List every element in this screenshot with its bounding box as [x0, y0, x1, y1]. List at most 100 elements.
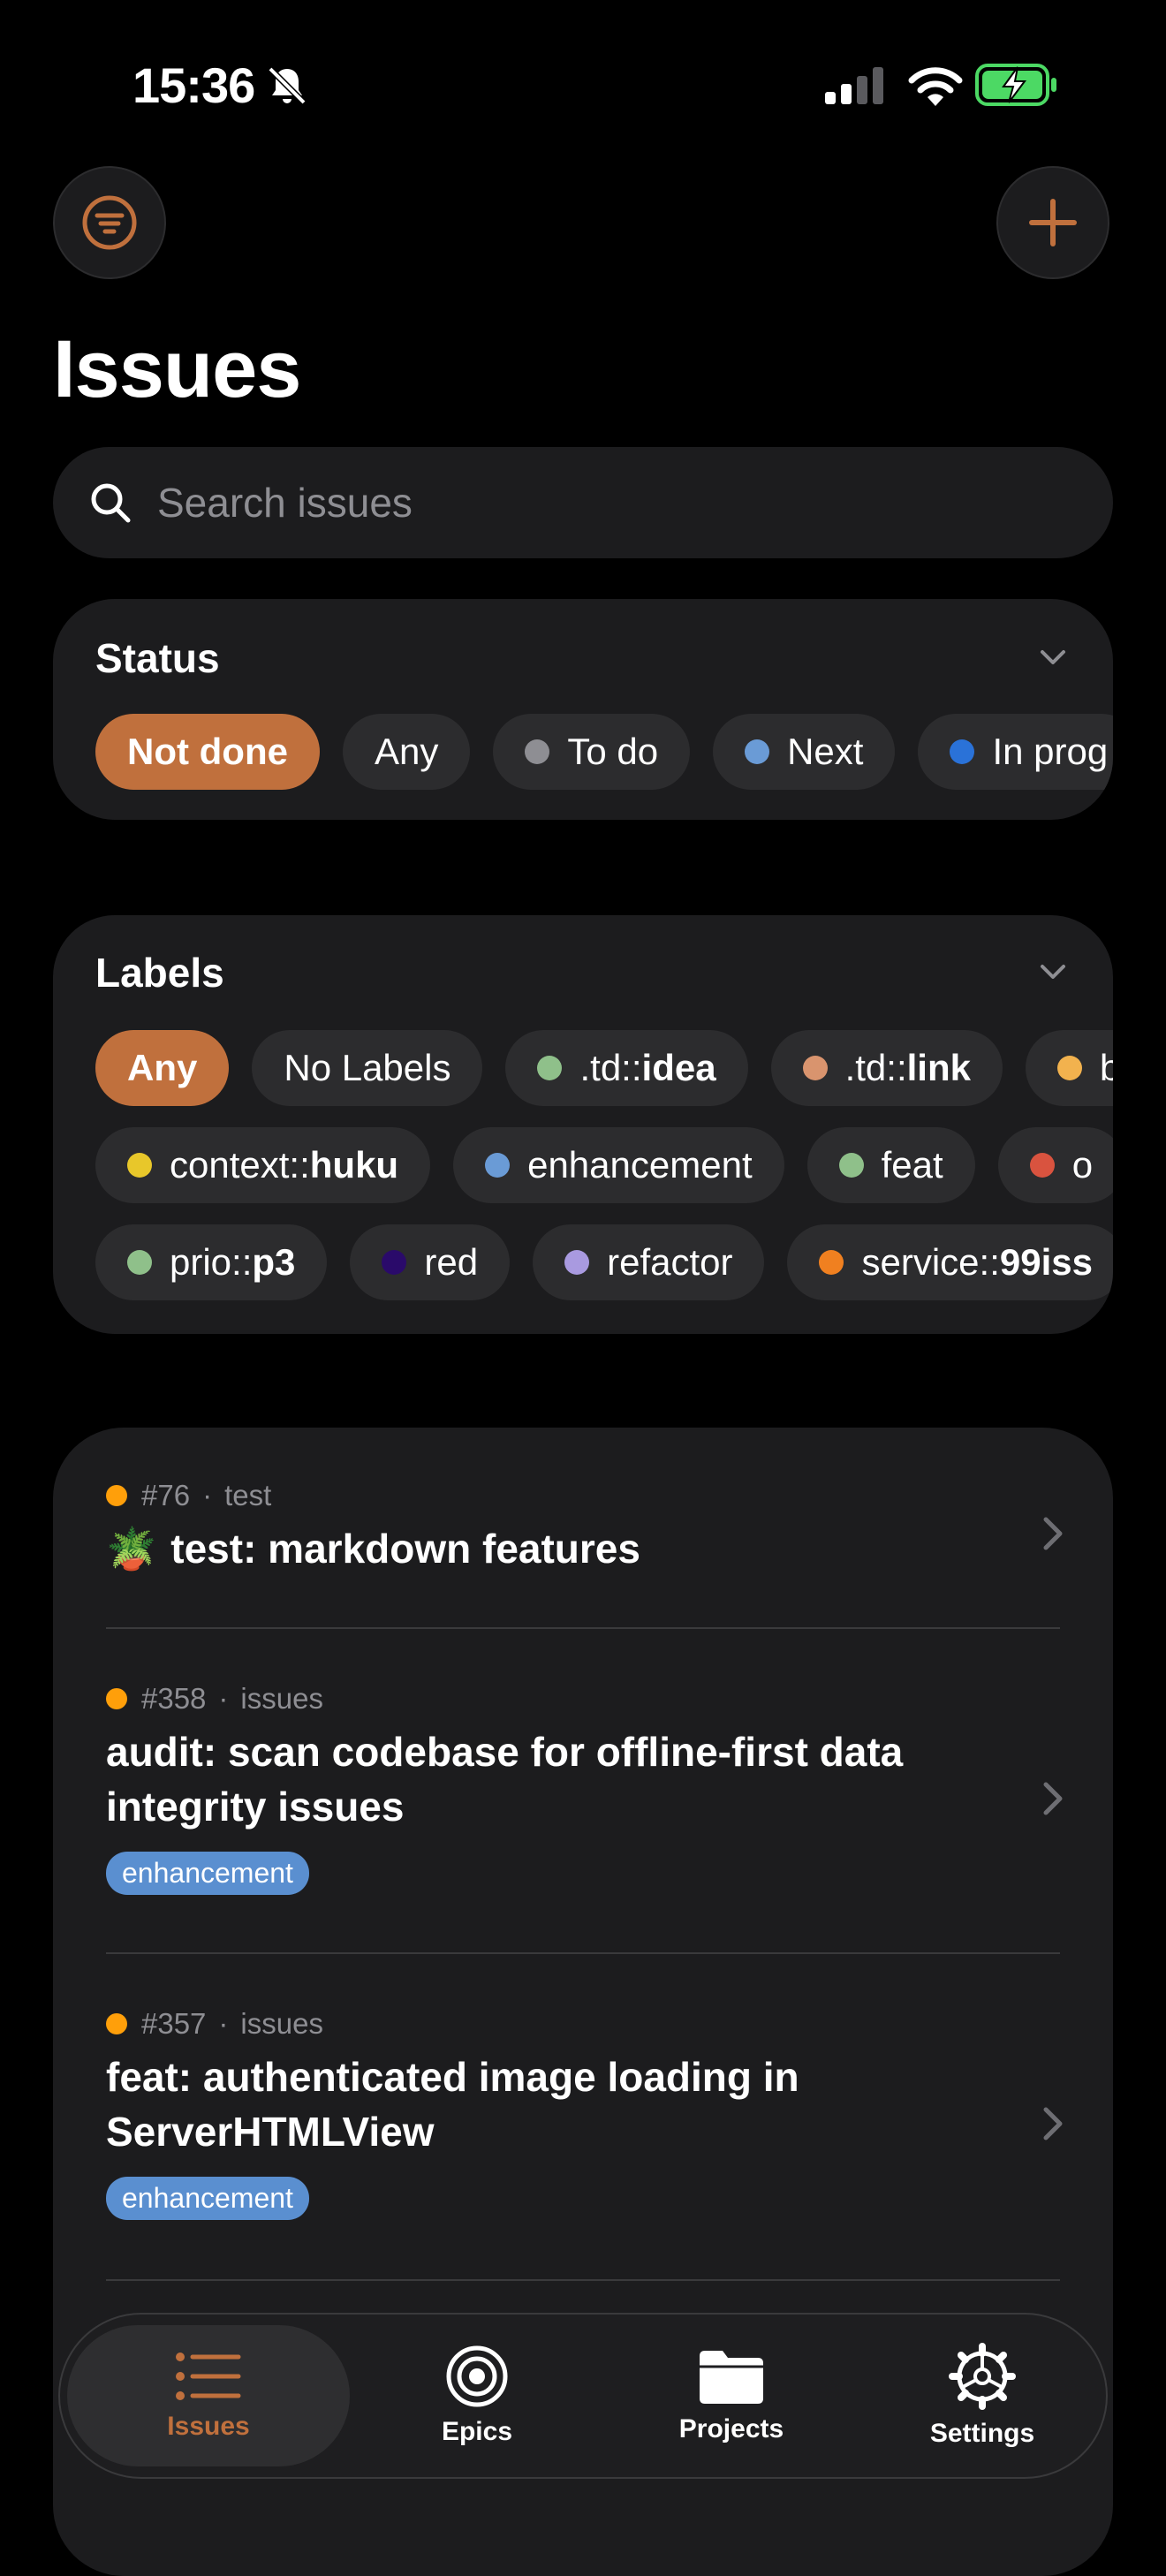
search-icon: [91, 483, 131, 523]
status-dot: [525, 739, 550, 764]
chip-label-bold: idea: [641, 1047, 716, 1088]
tab-label: Settings: [929, 2419, 1035, 2448]
filter-button[interactable]: [53, 166, 166, 279]
chevron-right-icon: [1043, 2107, 1063, 2140]
chip-label: Any: [127, 1047, 198, 1088]
page-title: Issues: [53, 324, 301, 414]
divider: [106, 1952, 1060, 1954]
label-chip-td-idea[interactable]: .td:: idea: [505, 1030, 748, 1106]
issue-title: 🪴 test: markdown features: [106, 1521, 1060, 1576]
label-dot: [537, 1056, 563, 1080]
target-icon: [446, 2345, 508, 2407]
chevron-down-icon[interactable]: [1035, 954, 1071, 989]
issue-title: feat: authenticated image loading in Ser…: [106, 2054, 799, 2155]
label-dot: [1056, 1056, 1082, 1080]
issue-emoji: 🪴: [106, 1526, 157, 1572]
label-dot: [382, 1250, 407, 1275]
plus-icon: [1029, 199, 1077, 246]
issue-project: test: [224, 1479, 272, 1512]
chip-label-bold: huku: [309, 1144, 399, 1186]
chevron-right-icon: [1043, 1517, 1063, 1550]
label-chip-enhancement[interactable]: enhancement: [453, 1127, 784, 1203]
status-filter-card: Status Not done Any To do Next In prog: [53, 599, 1113, 820]
issue-title-text: test: markdown features: [170, 1526, 640, 1572]
issue-label-tag: enhancement: [106, 2177, 309, 2220]
labels-filter-title: Labels: [95, 950, 224, 996]
issue-meta: #76 · test: [106, 1479, 1060, 1512]
tab-label: Issues: [167, 2412, 250, 2441]
labels-filter-card: Labels Any No Labels .td:: idea .td:: link…: [53, 915, 1113, 1334]
issue-label-tag: enhancement: [106, 1852, 309, 1895]
chip-label-prefix: .td::: [579, 1047, 642, 1088]
label-chip-service[interactable]: service:: 99iss: [787, 1224, 1113, 1300]
chip-label: To do: [567, 731, 659, 772]
label-chip-b[interactable]: b: [1025, 1030, 1113, 1106]
gear-icon: [949, 2343, 1016, 2410]
issue-number: #357: [141, 2007, 207, 2040]
label-chip-o[interactable]: o: [997, 1127, 1113, 1203]
tab-settings[interactable]: Settings: [876, 2315, 1088, 2477]
chip-label: No Labels: [284, 1047, 451, 1088]
search-input[interactable]: [155, 478, 1042, 527]
status-dot: [950, 739, 975, 764]
priority-dot: [106, 1485, 127, 1506]
chip-label: b: [1099, 1047, 1113, 1088]
wifi-icon: [908, 67, 963, 106]
label-chip-context-huku[interactable]: context:: huku: [95, 1127, 431, 1203]
battery-charging-icon: [975, 64, 1056, 106]
chip-label-prefix: .td::: [844, 1047, 907, 1088]
chip-label: Next: [787, 731, 864, 772]
issue-row[interactable]: #76 · test 🪴 test: markdown features: [106, 1479, 1063, 1576]
chip-label-bold: p3: [252, 1241, 296, 1283]
label-chip-feat[interactable]: feat: [806, 1127, 975, 1203]
add-issue-button[interactable]: [996, 166, 1109, 279]
label-dot: [1029, 1153, 1055, 1178]
priority-dot: [106, 1688, 127, 1709]
search-bar[interactable]: [53, 447, 1113, 558]
label-chip-no-labels[interactable]: No Labels: [252, 1030, 483, 1106]
chip-label: Any: [374, 731, 439, 772]
filter-icon: [82, 195, 137, 250]
status-chip-not-done[interactable]: Not done: [95, 714, 320, 790]
status-chip-to-do[interactable]: To do: [493, 714, 691, 790]
label-chip-any[interactable]: Any: [95, 1030, 230, 1106]
issue-project: issues: [240, 2007, 323, 2040]
status-chip-row: Not done Any To do Next In prog: [95, 714, 1113, 790]
labels-chip-row: prio:: p3 red refactor service:: 99iss: [95, 1224, 1113, 1300]
issue-project: issues: [240, 1682, 323, 1715]
status-chip-any[interactable]: Any: [342, 714, 471, 790]
label-chip-prio-p3[interactable]: prio:: p3: [95, 1224, 328, 1300]
issue-row[interactable]: #358 · issues audit: scan codebase for o…: [106, 1682, 1063, 1895]
label-chip-red[interactable]: red: [350, 1224, 511, 1300]
issue-meta: #357 · issues: [106, 2007, 1060, 2041]
labels-chip-row: context:: huku enhancement feat o: [95, 1127, 1113, 1203]
status-chip-next[interactable]: Next: [713, 714, 896, 790]
tab-projects[interactable]: Projects: [625, 2315, 837, 2477]
chip-label-prefix: service::: [861, 1241, 1000, 1283]
bell-slash-icon: [268, 66, 307, 105]
label-dot: [802, 1056, 828, 1080]
label-dot: [838, 1153, 864, 1178]
status-filter-title: Status: [95, 635, 220, 681]
chevron-down-icon[interactable]: [1035, 640, 1071, 675]
tab-issues[interactable]: Issues: [67, 2315, 350, 2477]
status-chip-in-progress[interactable]: In prog: [918, 714, 1113, 790]
issue-title: audit: scan codebase for offline-first d…: [106, 1729, 904, 1830]
issue-number: #76: [141, 1479, 191, 1512]
divider: [106, 2279, 1060, 2281]
chip-label: refactor: [607, 1241, 733, 1283]
labels-chip-row: Any No Labels .td:: idea .td:: link b: [95, 1030, 1113, 1106]
label-dot: [127, 1250, 152, 1275]
label-dot: [819, 1250, 844, 1275]
label-dot: [127, 1153, 152, 1178]
label-dot: [564, 1250, 590, 1275]
label-chip-td-link[interactable]: .td:: link: [770, 1030, 1003, 1106]
chip-label: feat: [881, 1144, 943, 1186]
issue-meta: #358 · issues: [106, 1682, 1060, 1716]
issue-row[interactable]: #357 · issues feat: authenticated image …: [106, 2007, 1063, 2220]
chip-label: red: [424, 1241, 479, 1283]
label-chip-refactor[interactable]: refactor: [533, 1224, 765, 1300]
status-dot: [745, 739, 770, 764]
folder-icon: [700, 2351, 763, 2404]
tab-epics[interactable]: Epics: [371, 2315, 583, 2477]
